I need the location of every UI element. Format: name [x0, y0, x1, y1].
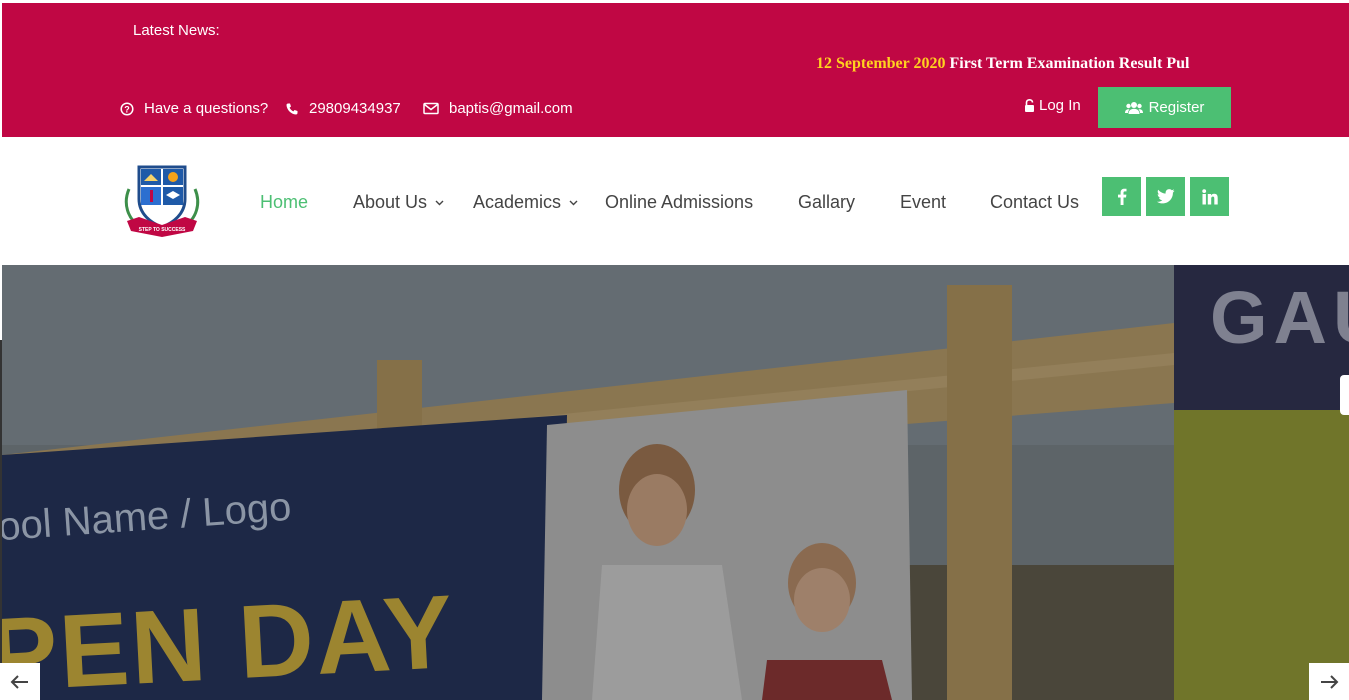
users-icon: [1124, 101, 1143, 114]
slider-prev-button[interactable]: [0, 663, 40, 700]
question-contact: ? Have a questions?: [120, 100, 268, 117]
nav-home-label: Home: [260, 192, 309, 212]
email-address: baptis@gmail.com: [449, 100, 573, 117]
nav-item-home[interactable]: Home: [260, 192, 308, 213]
question-text: Have a questions?: [144, 100, 269, 117]
nav-about-label: About Us: [353, 192, 428, 212]
news-text: First Term Examination Result Pul: [945, 55, 1190, 72]
top-bar: Latest News: 12 September 2020 First Ter…: [2, 3, 1349, 137]
school-logo[interactable]: STEP TO SUCCESS: [119, 159, 205, 241]
nav-academics-label: Academics: [473, 192, 562, 212]
envelope-icon: [423, 102, 439, 115]
svg-text:STEP TO SUCCESS: STEP TO SUCCESS: [139, 227, 186, 233]
nav-gallary-label: Gallary: [798, 192, 856, 212]
linkedin-button[interactable]: [1190, 177, 1229, 216]
nav-event-label: Event: [900, 192, 947, 212]
latest-news-label: Latest News:: [133, 22, 220, 39]
register-label: Register: [1148, 99, 1205, 116]
side-widget-tab[interactable]: [1340, 375, 1349, 415]
news-ticker[interactable]: 12 September 2020 First Term Examination…: [816, 55, 1203, 73]
phone-number: 29809434937: [309, 100, 401, 117]
email-contact[interactable]: baptis@gmail.com: [423, 100, 573, 117]
phone-contact[interactable]: 29809434937: [285, 100, 401, 117]
nav-item-contact-us[interactable]: Contact Us: [990, 192, 1079, 213]
question-circle-icon: ?: [120, 101, 134, 116]
hero-slider: ool Name / Logo PEN DAY GAUT: [2, 265, 1349, 700]
arrow-right-icon: [1321, 674, 1339, 689]
twitter-icon: [1156, 189, 1174, 204]
login-label: Log In: [1039, 97, 1081, 114]
nav-item-about-us[interactable]: About Us: [353, 192, 444, 213]
chevron-down-icon: [435, 200, 444, 205]
phone-icon: [286, 103, 298, 114]
chevron-down-icon: [569, 200, 578, 205]
side-poster-text: GAUT: [1210, 276, 1349, 359]
arrow-left-icon: [10, 674, 28, 689]
linkedin-icon: [1201, 188, 1218, 204]
news-date: 12 September 2020: [816, 55, 946, 72]
facebook-icon: [1117, 188, 1126, 205]
banner-open-day: PEN DAY: [2, 573, 458, 700]
register-button[interactable]: Register: [1098, 87, 1231, 128]
login-link[interactable]: Log In: [1024, 97, 1081, 114]
nav-item-event[interactable]: Event: [900, 192, 946, 213]
nav-item-online-admissions[interactable]: Online Admissions: [605, 192, 753, 213]
twitter-button[interactable]: [1146, 177, 1185, 216]
main-navbar: STEP TO SUCCESS Home About Us Academics …: [2, 137, 1349, 265]
nav-admissions-label: Online Admissions: [605, 192, 754, 212]
facebook-button[interactable]: [1102, 177, 1141, 216]
unlock-icon: [1025, 98, 1034, 112]
nav-contact-label: Contact Us: [990, 192, 1080, 212]
svg-text:?: ?: [124, 104, 130, 114]
slider-next-button[interactable]: [1309, 663, 1349, 700]
nav-item-academics[interactable]: Academics: [473, 192, 578, 213]
school-crest-logo: STEP TO SUCCESS: [124, 165, 200, 237]
nav-item-gallary[interactable]: Gallary: [798, 192, 855, 213]
